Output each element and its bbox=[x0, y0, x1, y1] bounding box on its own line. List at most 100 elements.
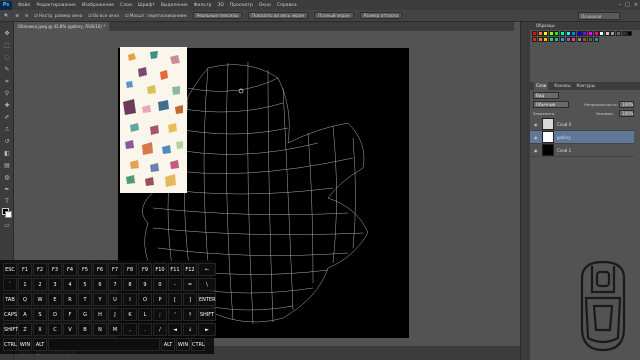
swatch-color[interactable] bbox=[532, 37, 537, 42]
keyboard-key[interactable]: D bbox=[48, 308, 62, 321]
keyboard-key[interactable]: . bbox=[138, 323, 152, 336]
keyboard-key[interactable]: 8 bbox=[123, 278, 137, 291]
menu-3d[interactable]: 3D bbox=[217, 3, 223, 8]
swatch-color[interactable] bbox=[588, 37, 593, 42]
keyboard-key[interactable]: M bbox=[108, 323, 122, 336]
keyboard-key[interactable]: ; bbox=[153, 308, 167, 321]
swatch-color[interactable] bbox=[537, 37, 543, 42]
keyboard-key[interactable]: = bbox=[183, 278, 197, 291]
keyboard-key[interactable]: [ bbox=[168, 293, 182, 306]
swatches-grid[interactable] bbox=[532, 31, 636, 77]
layer-row-gallery[interactable]: ◉ gallery bbox=[530, 131, 634, 144]
keyboard-key[interactable]: U bbox=[108, 293, 122, 306]
keyboard-key[interactable]: B bbox=[78, 323, 92, 336]
keyboard-key[interactable]: C bbox=[48, 323, 62, 336]
swatch-color[interactable] bbox=[610, 31, 616, 36]
keyboard-key[interactable]: F9 bbox=[138, 263, 152, 276]
keyboard-key[interactable]: F11 bbox=[168, 263, 182, 276]
keyboard-key[interactable]: A bbox=[18, 308, 32, 321]
layer-row-0[interactable]: ◉ Слой 0 bbox=[530, 118, 634, 131]
menu-layers[interactable]: Слои bbox=[120, 3, 132, 8]
background-color-swatch[interactable] bbox=[5, 211, 12, 218]
keyboard-key[interactable]: ESC bbox=[3, 263, 17, 276]
eraser-tool-icon[interactable]: ◧ bbox=[3, 150, 11, 158]
keyboard-key[interactable]: 3 bbox=[48, 278, 62, 291]
keyboard-key[interactable]: X bbox=[33, 323, 47, 336]
keyboard-key[interactable]: Q bbox=[18, 293, 32, 306]
zoom-out-icon[interactable]: ⊖ bbox=[25, 13, 29, 18]
zoom-all-windows-checkbox[interactable]: Во все окна bbox=[88, 13, 119, 18]
keyboard-key[interactable]: F8 bbox=[123, 263, 137, 276]
keyboard-key[interactable]: F2 bbox=[33, 263, 47, 276]
keyboard-key[interactable]: P bbox=[153, 293, 167, 306]
keyboard-key[interactable]: 1 bbox=[18, 278, 32, 291]
print-size-button[interactable]: Размер оттиска bbox=[359, 12, 403, 19]
keyboard-key[interactable]: 5 bbox=[78, 278, 92, 291]
keyboard-key[interactable]: CAPS bbox=[3, 308, 17, 321]
keyboard-key[interactable]: H bbox=[93, 308, 107, 321]
brush-tool-icon[interactable]: ✐ bbox=[3, 114, 11, 122]
crop-tool-icon[interactable]: ⌗ bbox=[3, 78, 11, 86]
keyboard-key[interactable]: R bbox=[63, 293, 77, 306]
menu-type[interactable]: Шрифт bbox=[138, 3, 155, 8]
layer-row-1[interactable]: ◉ Слой 1 bbox=[530, 144, 634, 157]
swatch-color[interactable] bbox=[537, 31, 543, 36]
fill-input[interactable]: 100% bbox=[619, 110, 634, 117]
keyboard-key[interactable]: S bbox=[33, 308, 47, 321]
visibility-eye-icon[interactable]: ◉ bbox=[534, 148, 539, 153]
keyboard-key[interactable]: 9 bbox=[138, 278, 152, 291]
menu-filter[interactable]: Фильтр bbox=[194, 3, 212, 8]
fit-screen-button[interactable]: Показать во весь экран bbox=[248, 12, 309, 19]
swatch-color[interactable] bbox=[571, 31, 577, 36]
keyboard-key[interactable]: T bbox=[78, 293, 92, 306]
keyboard-key[interactable]: F7 bbox=[108, 263, 122, 276]
keyboard-key[interactable]: Z bbox=[18, 323, 32, 336]
keyboard-key[interactable]: G bbox=[78, 308, 92, 321]
keyboard-key[interactable] bbox=[48, 338, 160, 351]
keyboard-key[interactable]: V bbox=[63, 323, 77, 336]
keyboard-key[interactable]: ← bbox=[198, 263, 216, 276]
keyboard-key[interactable]: - bbox=[168, 278, 182, 291]
swatch-color[interactable] bbox=[621, 31, 627, 36]
swatch-color[interactable] bbox=[560, 37, 565, 42]
keyboard-key[interactable]: ► bbox=[198, 323, 216, 336]
keyboard-key[interactable]: 0 bbox=[153, 278, 167, 291]
keyboard-key[interactable]: CTRL bbox=[3, 338, 17, 351]
history-brush-tool-icon[interactable]: ↺ bbox=[3, 138, 11, 146]
keyboard-key[interactable]: O bbox=[138, 293, 152, 306]
keyboard-key[interactable]: 2 bbox=[33, 278, 47, 291]
swatch-color[interactable] bbox=[565, 37, 571, 42]
menu-image[interactable]: Изображение bbox=[82, 3, 114, 8]
opacity-input[interactable]: 100% bbox=[619, 101, 634, 108]
keyboard-key[interactable]: / bbox=[153, 323, 167, 336]
menu-edit[interactable]: Редактирование bbox=[36, 3, 75, 8]
keyboard-key[interactable]: CTRL bbox=[191, 338, 205, 351]
keyboard-key[interactable]: 6 bbox=[93, 278, 107, 291]
swatch-color[interactable] bbox=[582, 31, 588, 36]
menu-file[interactable]: Файл bbox=[18, 3, 30, 8]
swatch-color[interactable] bbox=[616, 31, 621, 36]
swatch-color[interactable] bbox=[560, 31, 565, 36]
keyboard-key[interactable]: ALT bbox=[161, 338, 175, 351]
keyboard-key[interactable]: SHIFT bbox=[3, 323, 18, 336]
keyboard-key[interactable]: F3 bbox=[48, 263, 62, 276]
type-tool-icon[interactable]: T bbox=[3, 198, 11, 206]
swatch-color[interactable] bbox=[543, 31, 549, 36]
swatch-color[interactable] bbox=[599, 31, 605, 36]
gradient-tool-icon[interactable]: ▤ bbox=[3, 162, 11, 170]
keyboard-key[interactable]: L bbox=[138, 308, 152, 321]
keyboard-key[interactable]: F6 bbox=[93, 263, 107, 276]
keyboard-key[interactable]: \ bbox=[198, 278, 216, 291]
layer-kind-filter[interactable]: Вид bbox=[533, 92, 559, 99]
quick-select-tool-icon[interactable]: ✎ bbox=[3, 66, 11, 74]
keyboard-key[interactable]: F bbox=[63, 308, 77, 321]
keyboard-key[interactable]: F4 bbox=[63, 263, 77, 276]
swatch-color[interactable] bbox=[554, 31, 560, 36]
keyboard-key[interactable]: 4 bbox=[63, 278, 77, 291]
fill-screen-button[interactable]: Полный экран bbox=[314, 12, 354, 19]
zoom-tool-icon[interactable]: 🔍 bbox=[4, 13, 9, 19]
visibility-eye-icon[interactable]: ◉ bbox=[534, 135, 539, 140]
keyboard-key[interactable]: K bbox=[123, 308, 137, 321]
keyboard-key[interactable]: ] bbox=[183, 293, 197, 306]
resize-windows-checkbox[interactable]: Настр. размер окна bbox=[34, 13, 82, 18]
